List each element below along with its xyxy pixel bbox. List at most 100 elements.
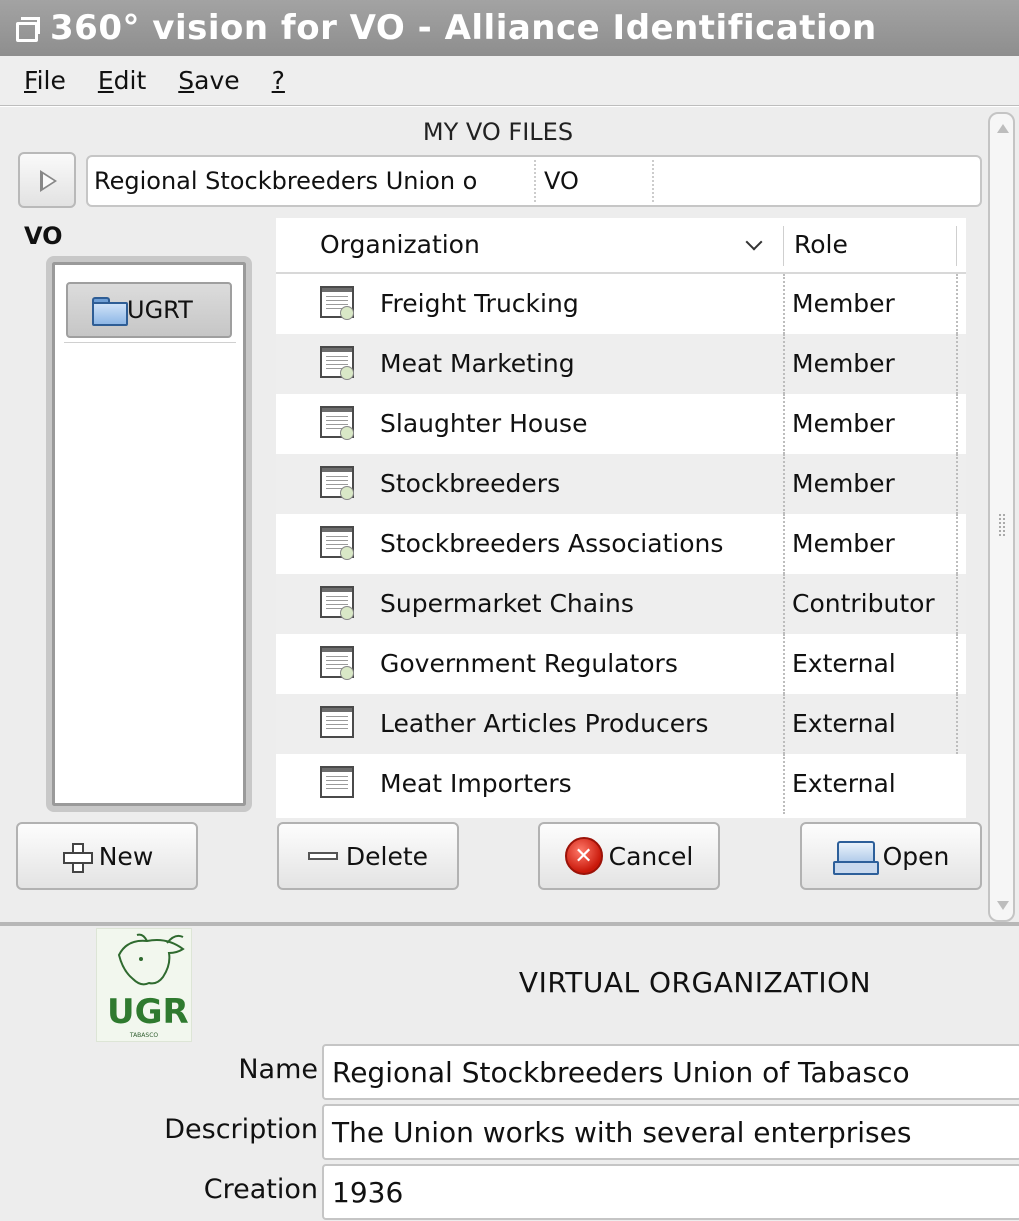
column-divider — [956, 634, 958, 694]
virtual-organization-title: VIRTUAL ORGANIZATION — [518, 966, 872, 999]
organization-role: Member — [792, 409, 895, 438]
expand-button[interactable] — [18, 152, 76, 208]
organization-badge-icon — [340, 486, 354, 500]
delete-button-label: Delete — [345, 841, 429, 871]
new-button-label: New — [98, 841, 154, 871]
menu-save-label: ave — [194, 66, 240, 95]
scroll-up-icon[interactable] — [997, 124, 1009, 133]
description-label: Description — [164, 1114, 318, 1145]
folder-icon — [92, 297, 128, 326]
organization-role: External — [792, 709, 896, 738]
cancel-button[interactable]: ✕ Cancel — [538, 822, 720, 890]
organization-name: Stockbreeders Associations — [380, 529, 724, 558]
scroll-down-icon[interactable] — [997, 901, 1009, 910]
delete-button[interactable]: Delete — [277, 822, 459, 890]
table-row[interactable]: Supermarket Chains Contributor — [276, 574, 966, 634]
vo-file-empty-column — [652, 160, 654, 202]
sort-chevron-icon[interactable] — [745, 233, 763, 251]
column-divider — [783, 514, 785, 574]
new-button[interactable]: New — [16, 822, 198, 890]
open-button[interactable]: Open — [800, 822, 982, 890]
organization-badge-icon — [340, 546, 354, 560]
open-icon — [832, 839, 879, 875]
creation-label: Creation — [203, 1174, 318, 1205]
organization-name: Stockbreeders — [380, 469, 561, 498]
menu-edit-mnemonic: E — [97, 66, 114, 95]
column-divider — [783, 694, 785, 754]
organization-table[interactable]: Organization Role Freight Trucking Membe… — [276, 218, 966, 818]
column-header-role[interactable]: Role — [794, 230, 848, 259]
column-divider — [956, 574, 958, 634]
vertical-scrollbar[interactable] — [988, 112, 1015, 922]
table-row[interactable]: Stockbreeders Associations Member — [276, 514, 966, 574]
table-row[interactable]: Leather Articles Producers External — [276, 694, 966, 754]
organization-name: Leather Articles Producers — [380, 709, 709, 738]
name-field[interactable]: Regional Stockbreeders Union of Tabasco — [322, 1044, 1019, 1100]
organization-name: Supermarket Chains — [380, 589, 634, 618]
organization-role: External — [792, 649, 896, 678]
header-divider — [956, 226, 957, 266]
menu-file-label: ile — [36, 66, 66, 95]
column-divider — [956, 454, 958, 514]
menu-file[interactable]: File — [24, 66, 66, 95]
column-divider — [956, 274, 958, 334]
organization-badge-icon — [340, 306, 354, 320]
my-vo-files-title: MY VO FILES — [422, 118, 574, 146]
column-divider — [956, 334, 958, 394]
organization-badge-icon — [340, 426, 354, 440]
menu-file-mnemonic: F — [24, 66, 37, 95]
table-row[interactable]: Slaughter House Member — [276, 394, 966, 454]
cancel-icon: ✕ — [564, 837, 603, 875]
vo-file-type: VO — [534, 160, 652, 202]
organization-name: Freight Trucking — [380, 289, 579, 318]
open-button-label: Open — [882, 841, 950, 871]
title-bar: 360° vision for VO - Alliance Identifica… — [0, 0, 1019, 56]
creation-field[interactable]: 1936 — [322, 1164, 1019, 1220]
window-title: 360° vision for VO - Alliance Identifica… — [50, 8, 877, 48]
menu-save-mnemonic: S — [178, 66, 195, 95]
organization-role: Member — [792, 349, 895, 378]
table-row[interactable]: Stockbreeders Member — [276, 454, 966, 514]
menu-edit-label: dit — [113, 66, 147, 95]
menu-edit[interactable]: Edit — [98, 66, 146, 95]
organization-badge-icon — [340, 606, 354, 620]
organization-badge-icon — [340, 366, 354, 380]
column-divider — [783, 634, 785, 694]
menu-bar: File Edit Save ? — [0, 56, 1019, 106]
vo-list[interactable]: UGRT — [46, 256, 252, 812]
column-divider — [956, 694, 958, 754]
organization-document-icon — [320, 706, 354, 738]
vo-label: VO — [24, 222, 63, 250]
column-divider — [956, 394, 958, 454]
scroll-grip-icon[interactable] — [999, 514, 1005, 536]
column-divider — [783, 394, 785, 454]
vo-file-selector[interactable]: Regional Stockbreeders Union o VO — [86, 155, 982, 207]
vo-item-ugrt[interactable]: UGRT — [66, 282, 232, 338]
minus-icon — [307, 852, 338, 860]
organization-name: Meat Marketing — [380, 349, 575, 378]
column-divider — [956, 514, 958, 574]
column-divider — [783, 334, 785, 394]
cow-logo-icon: UGR — [107, 933, 189, 1032]
table-row[interactable]: Meat Marketing Member — [276, 334, 966, 394]
menu-help-mnemonic: ? — [271, 66, 285, 95]
logo-text: UGR — [107, 992, 189, 1032]
vo-list-divider — [64, 342, 236, 343]
column-header-organization[interactable]: Organization — [320, 230, 480, 259]
logo-subtitle: TABASCO — [129, 1032, 159, 1039]
organization-badge-icon — [340, 666, 354, 680]
menu-help[interactable]: ? — [272, 66, 285, 95]
vo-file-name: Regional Stockbreeders Union o — [94, 167, 478, 195]
table-row[interactable]: Freight Trucking Member — [276, 274, 966, 334]
cancel-button-label: Cancel — [608, 841, 694, 871]
organization-role: Member — [792, 289, 895, 318]
menu-save[interactable]: Save — [178, 66, 239, 95]
vo-item-label: UGRT — [127, 296, 193, 324]
name-label: Name — [238, 1054, 318, 1085]
description-field[interactable]: The Union works with several enterprises — [322, 1104, 1019, 1160]
organization-role: Contributor — [792, 589, 935, 618]
column-divider — [783, 274, 785, 334]
window-icon[interactable] — [14, 16, 40, 42]
table-row[interactable]: Government Regulators External — [276, 634, 966, 694]
table-row[interactable]: Meat Importers External — [276, 754, 966, 814]
